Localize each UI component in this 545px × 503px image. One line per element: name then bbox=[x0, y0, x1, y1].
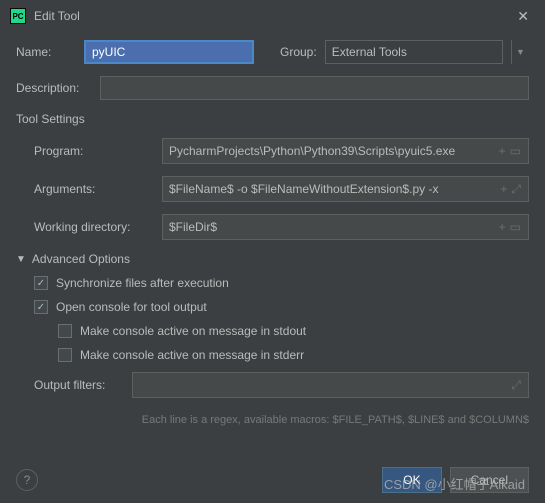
cancel-button[interactable]: Cancel bbox=[450, 467, 529, 493]
working-dir-input[interactable] bbox=[162, 214, 529, 240]
close-icon[interactable]: ✕ bbox=[511, 8, 535, 25]
sync-label: Synchronize files after execution bbox=[56, 276, 229, 290]
expand-icon[interactable]: ⤢ bbox=[511, 182, 521, 197]
open-console-label: Open console for tool output bbox=[56, 300, 207, 314]
tool-settings-title: Tool Settings bbox=[16, 112, 529, 126]
group-label: Group: bbox=[280, 45, 317, 59]
help-icon[interactable]: ? bbox=[16, 469, 38, 491]
name-input[interactable] bbox=[84, 40, 254, 64]
insert-macro-icon[interactable]: + bbox=[499, 220, 506, 234]
arguments-label: Arguments: bbox=[34, 182, 154, 196]
advanced-options-title: Advanced Options bbox=[32, 252, 130, 266]
description-input[interactable] bbox=[100, 76, 529, 100]
stderr-checkbox[interactable] bbox=[58, 348, 72, 362]
advanced-options-expander[interactable]: ▼ Advanced Options bbox=[16, 252, 529, 266]
arguments-input[interactable] bbox=[162, 176, 529, 202]
titlebar: PC Edit Tool ✕ bbox=[0, 0, 545, 32]
triangle-down-icon: ▼ bbox=[16, 254, 26, 265]
dialog-footer: ? OK Cancel bbox=[0, 457, 545, 503]
insert-macro-icon[interactable]: + bbox=[500, 182, 507, 197]
output-filters-label: Output filters: bbox=[34, 378, 124, 392]
working-dir-label: Working directory: bbox=[34, 220, 154, 234]
stderr-label: Make console active on message in stderr bbox=[80, 348, 304, 362]
program-input[interactable] bbox=[162, 138, 529, 164]
sync-checkbox[interactable] bbox=[34, 276, 48, 290]
stdout-label: Make console active on message in stdout bbox=[80, 324, 306, 338]
browse-folder-icon[interactable]: ▭ bbox=[510, 144, 521, 158]
open-console-checkbox[interactable] bbox=[34, 300, 48, 314]
insert-macro-icon[interactable]: + bbox=[499, 144, 506, 158]
browse-folder-icon[interactable]: ▭ bbox=[510, 220, 521, 234]
description-label: Description: bbox=[16, 81, 92, 95]
expand-icon[interactable]: ⤢ bbox=[511, 378, 521, 393]
app-icon: PC bbox=[10, 8, 26, 24]
group-dropdown-value: External Tools bbox=[332, 45, 407, 59]
ok-button[interactable]: OK bbox=[382, 467, 441, 493]
output-filters-hint: Each line is a regex, available macros: … bbox=[34, 410, 529, 434]
window-title: Edit Tool bbox=[34, 9, 80, 23]
program-label: Program: bbox=[34, 144, 154, 158]
name-label: Name: bbox=[16, 45, 76, 59]
output-filters-input[interactable] bbox=[132, 372, 529, 398]
chevron-down-icon[interactable]: ▼ bbox=[511, 40, 529, 64]
stdout-checkbox[interactable] bbox=[58, 324, 72, 338]
group-dropdown[interactable]: External Tools bbox=[325, 40, 503, 64]
